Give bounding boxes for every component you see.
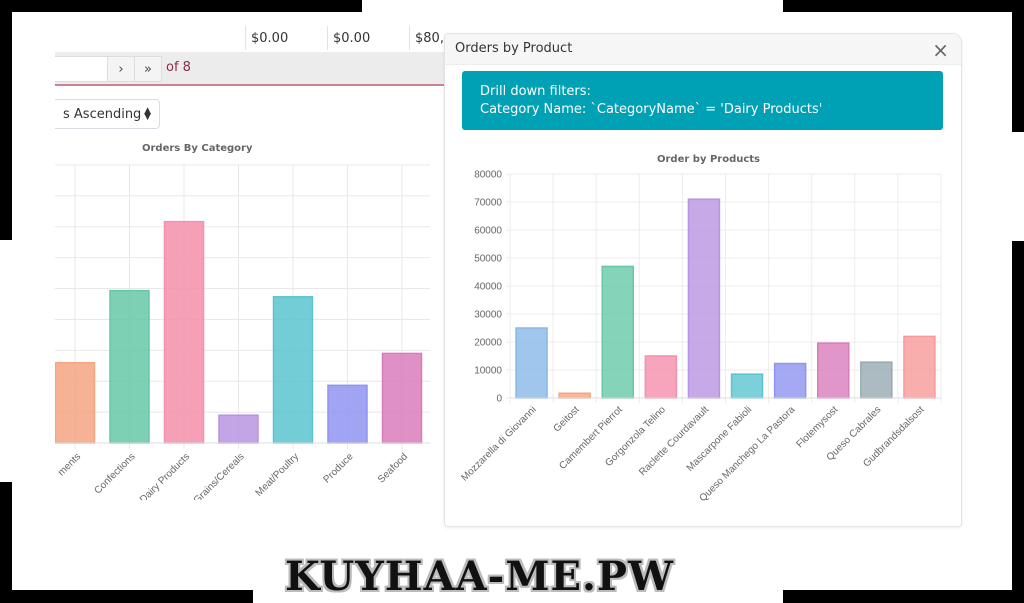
frame-bar: [0, 0, 362, 12]
bar: [558, 392, 591, 399]
bar: [515, 327, 548, 399]
y-tick-label: 60000: [474, 226, 502, 237]
bar: [817, 342, 850, 399]
category-tick-label: Queso Manchego La Pastora: [698, 404, 798, 504]
bar: [644, 355, 678, 399]
y-tick-label: 0: [496, 394, 502, 405]
y-tick-label: 70000: [474, 198, 502, 209]
frame-bar: [1012, 0, 1024, 132]
category-tick-label: Geitost: [552, 404, 582, 434]
y-tick-label: 30000: [474, 310, 502, 321]
bar: [860, 361, 893, 399]
y-tick-label: 40000: [474, 282, 502, 293]
frame-bar: [783, 0, 1024, 12]
frame-bar: [0, 590, 253, 603]
category-tick-label: Mozzarella di Giovanni: [459, 404, 538, 483]
bar: [687, 198, 721, 399]
y-tick-label: 20000: [474, 338, 502, 349]
bar: [773, 362, 807, 399]
frame-bar: [1012, 241, 1024, 603]
bar: [903, 335, 936, 399]
watermark: KUYHAA-ME.PW: [285, 553, 674, 600]
category-tick-label: Flotemysost: [794, 404, 840, 450]
y-tick-label: 10000: [474, 366, 502, 377]
y-tick-label: 50000: [474, 254, 502, 265]
frame-bar: [0, 482, 12, 603]
frame-bar: [783, 590, 1024, 603]
frame-bar: [0, 0, 12, 240]
y-tick-label: 80000: [474, 170, 502, 181]
bar: [601, 265, 634, 399]
bar: [730, 373, 764, 399]
product-chart: 0 10000 20000 30000 40000 50000 60000 70000 8000…: [459, 170, 942, 504]
